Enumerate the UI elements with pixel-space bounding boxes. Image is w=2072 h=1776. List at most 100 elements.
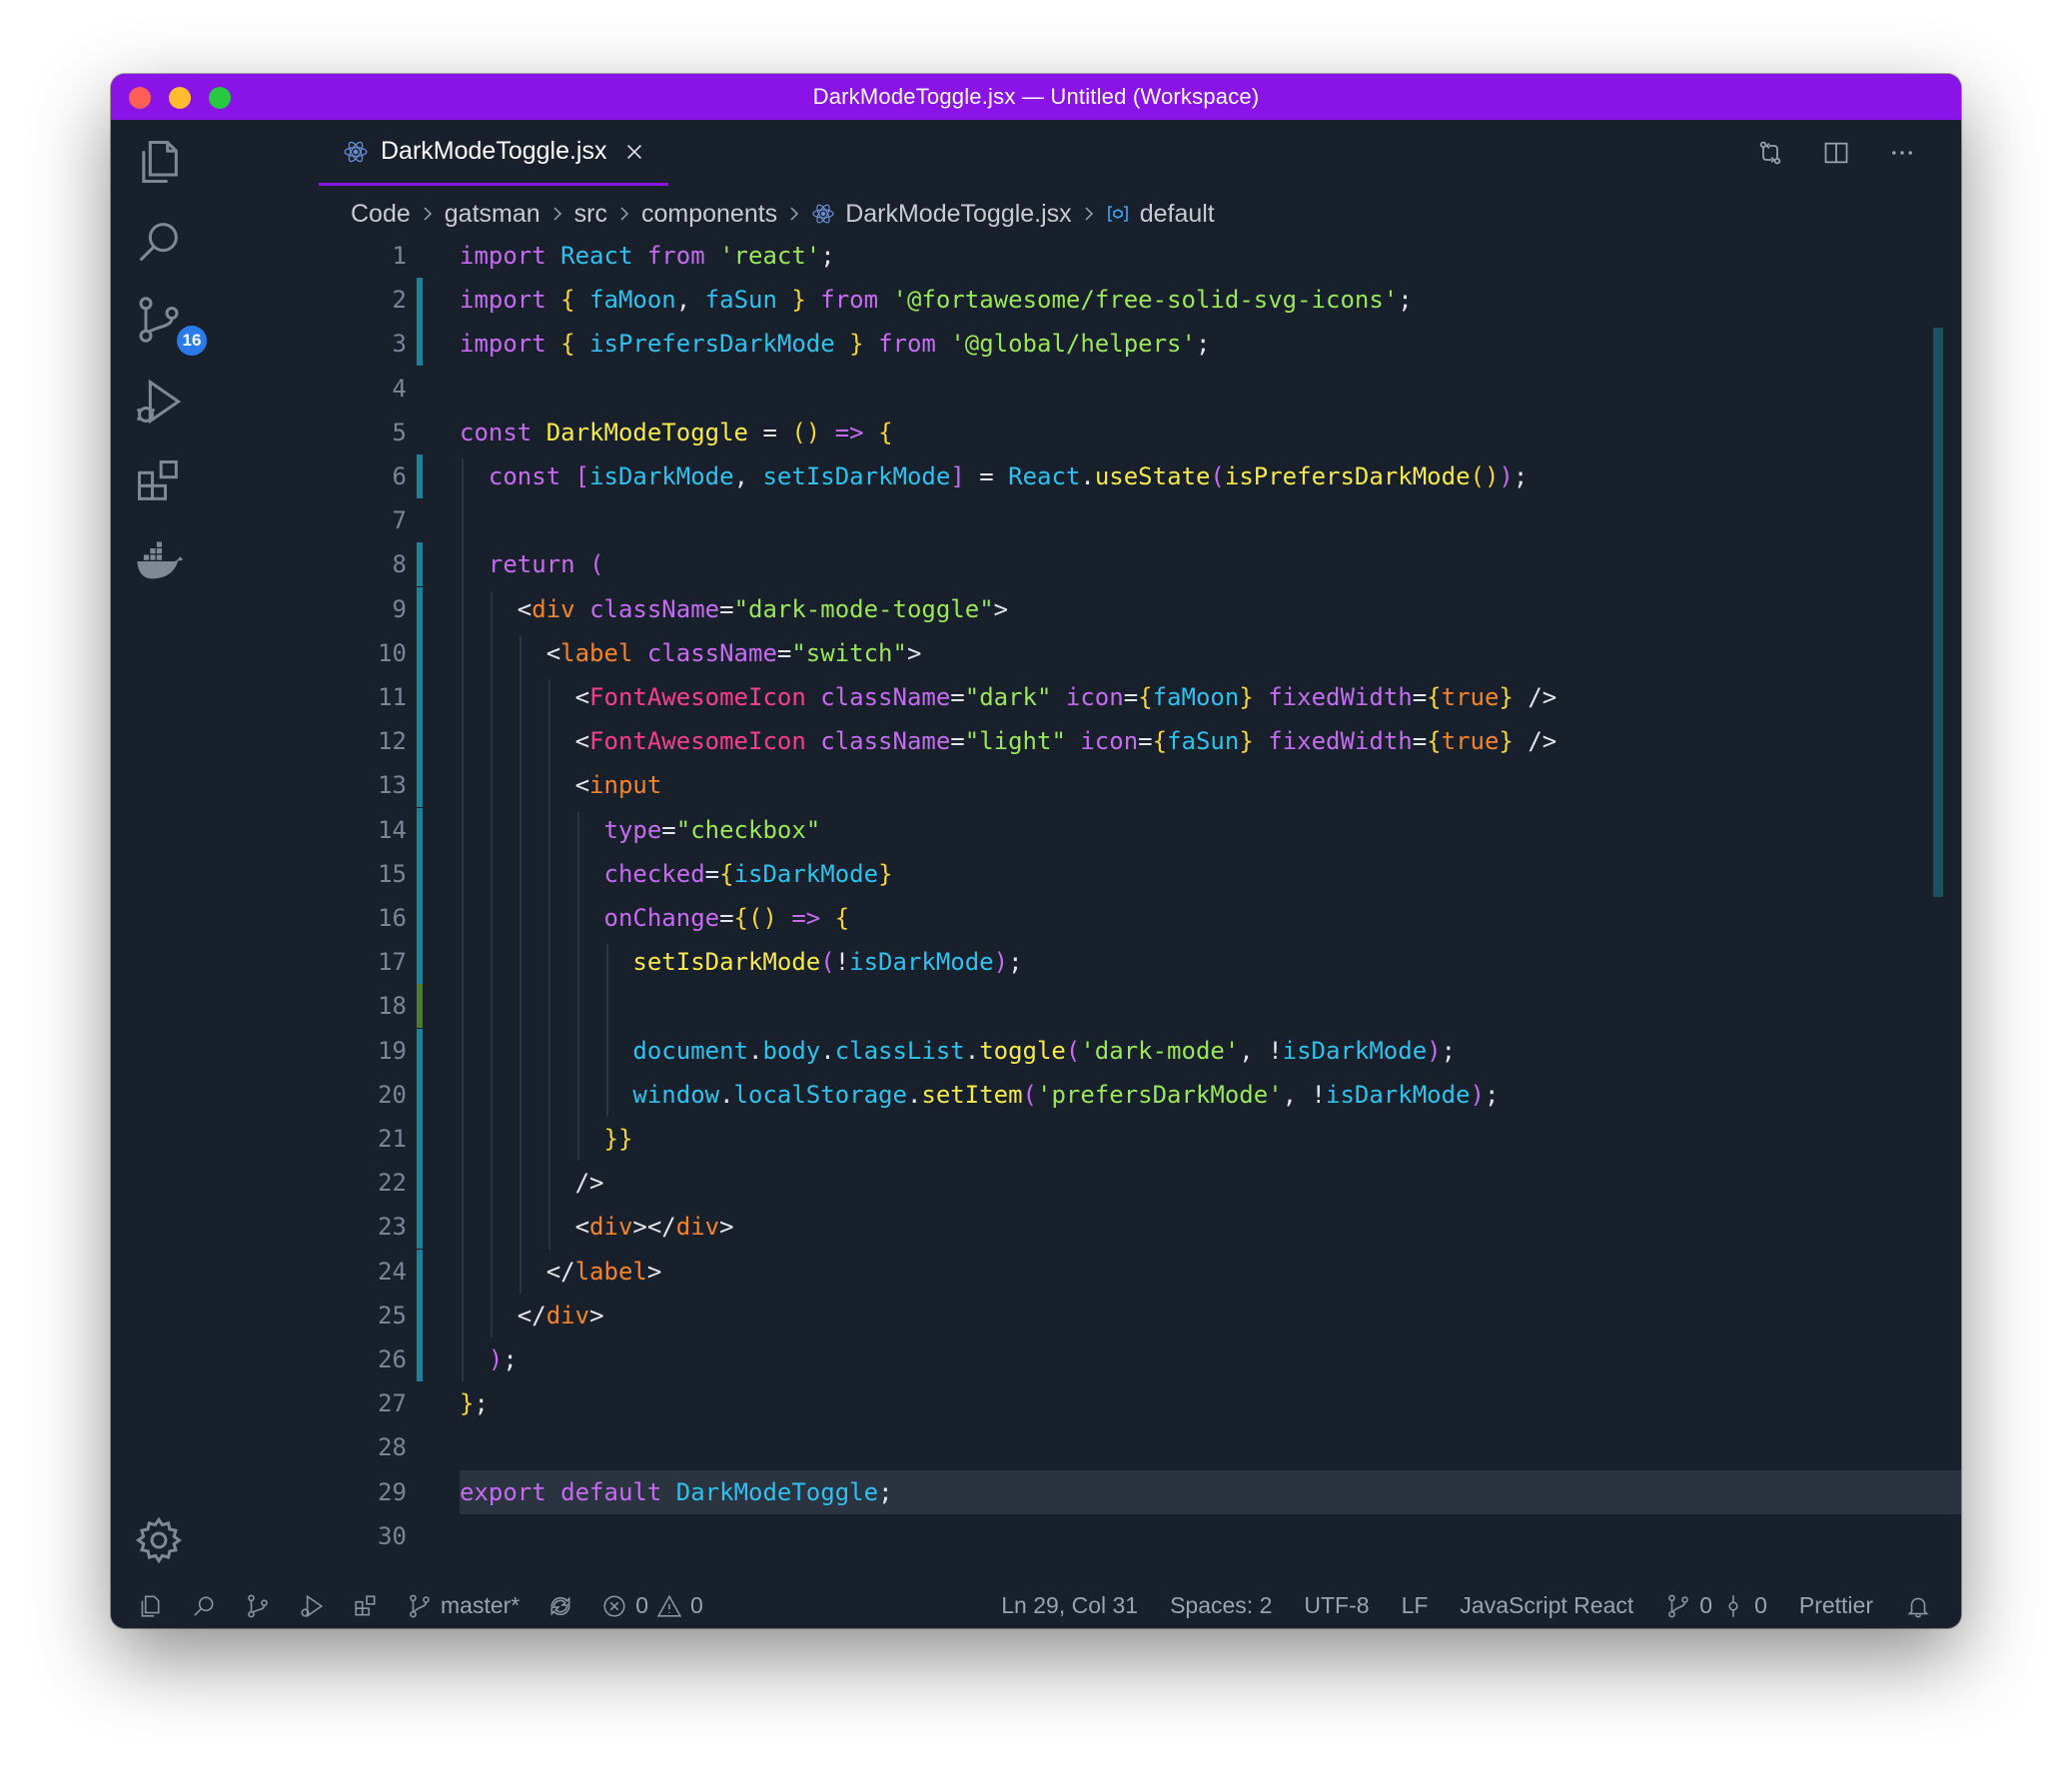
git-change-marker[interactable] [417,851,423,896]
breadcrumb-item[interactable]: src [574,200,607,229]
breadcrumb-item[interactable]: gatsman [445,200,540,229]
code-line[interactable]: 29 export default DarkModeToggle; [207,1469,1961,1514]
git-graph-indicator[interactable]: 0 0 [1665,1592,1767,1619]
cursor-position[interactable]: Ln 29, Col 31 [1001,1592,1138,1619]
code-line[interactable]: 9 <div className="dark-mode-toggle"> [207,586,1941,631]
code-line[interactable]: 25 </div> [207,1293,1941,1337]
git-change-marker[interactable] [417,1205,423,1250]
git-change-marker[interactable] [417,940,423,985]
git-change-marker[interactable] [417,984,423,1029]
git-change-marker[interactable] [417,278,423,323]
line-number: 14 [378,815,407,844]
code-line[interactable]: 24 </label> [207,1249,1941,1294]
git-change-marker[interactable] [417,542,423,587]
code-line[interactable]: 16 onChange={() => { [207,896,1941,940]
code-editor[interactable]: 1 import React from 'react'; 2 import { faM… [207,234,1961,1628]
code-line[interactable]: 18 [207,984,1941,1029]
open-changes-icon[interactable] [1755,138,1785,168]
code-line[interactable]: 4 [207,367,1941,411]
git-graph-count-b: 0 [1754,1592,1767,1618]
language-mode[interactable]: JavaScript React [1460,1592,1633,1619]
more-actions-icon[interactable] [1887,138,1917,168]
git-change-marker[interactable] [417,1028,423,1073]
maximize-window-button[interactable] [209,87,231,109]
code-line[interactable]: 8 return ( [207,542,1941,587]
source-control-icon[interactable]: 16 [131,292,207,356]
encoding[interactable]: UTF-8 [1304,1592,1369,1619]
line-number: 10 [378,638,407,667]
explorer-icon[interactable] [137,1593,163,1619]
git-change-marker[interactable] [417,1249,423,1294]
code-line[interactable]: 23 <div></div> [207,1205,1941,1250]
indentation[interactable]: Spaces: 2 [1170,1592,1272,1619]
tab-darkmodetoggle[interactable]: DarkModeToggle.jsx [319,120,668,186]
git-change-marker[interactable] [417,454,423,498]
code-line[interactable]: 19 document.body.classList.toggle('dark-… [207,1028,1941,1073]
editor-scrollbar[interactable] [1933,328,1943,897]
git-change-marker[interactable] [417,1117,423,1161]
run-debug-icon[interactable] [299,1593,325,1619]
git-change-marker[interactable] [417,1161,423,1206]
explorer-icon[interactable] [131,134,187,190]
git-change-marker[interactable] [417,322,423,367]
close-window-button[interactable] [129,87,151,109]
extensions-icon[interactable] [353,1593,379,1619]
git-change-marker[interactable] [417,675,423,719]
code-line[interactable]: 28 [207,1425,1941,1469]
code-line[interactable]: 7 [207,498,1941,542]
git-change-marker[interactable] [417,630,423,675]
git-change-marker[interactable] [417,807,423,852]
code-line[interactable]: 13 <input [207,763,1941,808]
code-line[interactable]: 3 import { isPrefersDarkMode } from '@glo… [207,322,1941,367]
code-line[interactable]: 26 ); [207,1337,1941,1381]
code-line[interactable]: 30 [207,1514,1941,1558]
branch-indicator[interactable]: master* [407,1592,519,1619]
code-line[interactable]: 11 <FontAwesomeIcon className="dark" ico… [207,675,1941,719]
line-number: 11 [378,683,407,711]
minimize-window-button[interactable] [169,87,191,109]
search-icon[interactable] [191,1593,217,1619]
code-line[interactable]: 2 import { faMoon, faSun } from '@fortawe… [207,278,1941,323]
code-line[interactable]: 12 <FontAwesomeIcon className="light" ic… [207,719,1941,764]
sync-icon[interactable] [547,1593,573,1619]
breadcrumb-item[interactable]: components [641,200,777,229]
line-number: 28 [378,1433,407,1462]
git-change-marker[interactable] [417,1072,423,1117]
code-line[interactable]: 1 import React from 'react'; [207,234,1941,278]
breadcrumb-item[interactable]: DarkModeToggle.jsx [845,200,1072,229]
breadcrumb-item[interactable]: Code [351,200,411,229]
split-editor-icon[interactable] [1821,138,1851,168]
source-control-icon[interactable] [245,1593,271,1619]
code-line[interactable]: 5 const DarkModeToggle = () => { [207,411,1941,454]
code-line[interactable]: 17 setIsDarkMode(!isDarkMode); [207,940,1941,985]
git-change-marker[interactable] [417,586,423,631]
code-line[interactable]: 27}; [207,1381,1941,1425]
problems-indicator[interactable]: 0 0 [601,1592,703,1619]
git-change-marker[interactable] [417,1337,423,1381]
docker-icon[interactable] [131,533,187,589]
search-icon[interactable] [131,214,187,270]
git-change-marker[interactable] [417,719,423,764]
end-of-line[interactable]: LF [1402,1592,1429,1619]
code-text: <input [460,771,662,800]
git-change-marker[interactable] [417,896,423,940]
git-change-marker[interactable] [417,763,423,808]
code-line[interactable]: 20 window.localStorage.setItem('prefersD… [207,1072,1941,1117]
breadcrumb-item[interactable]: default [1140,200,1215,229]
code-line[interactable]: 10 <label className="switch"> [207,630,1941,675]
code-text: document.body.classList.toggle('dark-mod… [632,1036,1457,1065]
git-change-marker[interactable] [417,1293,423,1337]
gear-icon[interactable] [131,1512,187,1568]
formatter[interactable]: Prettier [1799,1592,1873,1619]
code-line[interactable]: 6 const [isDarkMode, setIsDarkMode] = Re… [207,454,1941,498]
code-line[interactable]: 14 type="checkbox" [207,807,1941,852]
run-debug-icon[interactable] [131,374,187,430]
code-line[interactable]: 22 /> [207,1161,1941,1206]
close-tab-icon[interactable] [623,141,645,163]
code-line[interactable]: 21 }} [207,1117,1941,1161]
code-line[interactable]: 15 checked={isDarkMode} [207,851,1941,896]
extensions-icon[interactable] [131,453,187,509]
bell-icon[interactable] [1905,1593,1931,1619]
